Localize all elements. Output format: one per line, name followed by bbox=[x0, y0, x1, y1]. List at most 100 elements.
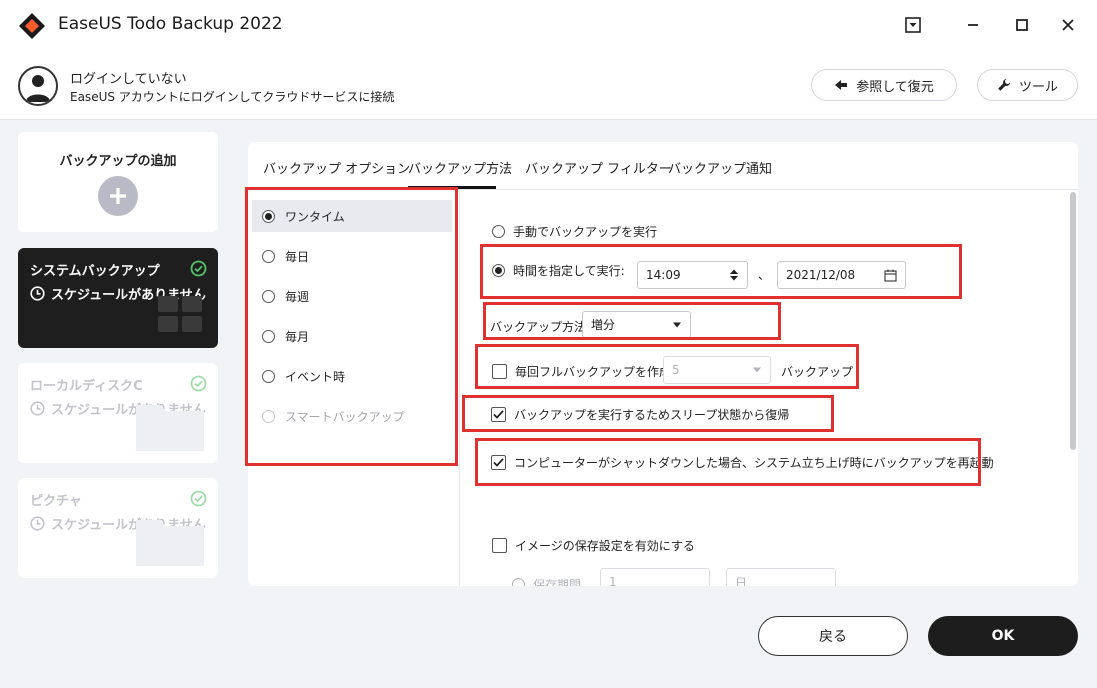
dropdown-box-icon bbox=[905, 17, 921, 33]
easeus-logo-icon bbox=[19, 13, 45, 39]
full-backup-count: 5 bbox=[672, 363, 680, 377]
schedule-type-smart-backup: スマートバックアップ bbox=[252, 400, 452, 432]
tab-backup-filter[interactable]: バックアップ フィルター bbox=[525, 158, 672, 177]
check-circle-icon bbox=[190, 375, 207, 392]
full-backup-label: 毎回フルバックアップを作成 bbox=[515, 365, 672, 379]
close-icon bbox=[1062, 19, 1074, 31]
schedule-type-weekly[interactable]: 毎週 bbox=[252, 280, 452, 312]
backup-method-label: バックアップ方法 bbox=[490, 320, 587, 334]
retention-period-value: 1 bbox=[609, 575, 617, 586]
back-button[interactable]: 戻る bbox=[758, 616, 908, 656]
checkbox[interactable] bbox=[492, 364, 507, 379]
radio-button bbox=[512, 578, 525, 586]
browse-restore-label: 参照して復元 bbox=[856, 79, 934, 95]
arrow-left-icon bbox=[835, 80, 848, 90]
timed-run-label: 時間を指定して実行: bbox=[513, 264, 625, 278]
schedule-type-label: 毎月 bbox=[285, 329, 310, 344]
login-status-title: ログインしていない bbox=[70, 72, 187, 87]
add-backup-label: バックアップの追加 bbox=[59, 154, 177, 169]
user-icon bbox=[26, 75, 50, 102]
tab-backup-notification[interactable]: バックアップ通知 bbox=[668, 158, 772, 177]
tools-label: ツール bbox=[1018, 79, 1058, 95]
avatar[interactable] bbox=[18, 66, 58, 106]
scrollbar[interactable] bbox=[1070, 192, 1076, 450]
task-card-system-backup[interactable]: システムバックアップ スケジュールがありません bbox=[18, 248, 218, 348]
app-title: EaseUS Todo Backup 2022 bbox=[58, 14, 283, 34]
checkbox[interactable] bbox=[492, 538, 507, 553]
retention-period-label: 保存期間 bbox=[533, 578, 582, 586]
schedule-type-event[interactable]: イベント時 bbox=[252, 360, 452, 392]
radio-button[interactable] bbox=[262, 369, 275, 383]
radio-button[interactable] bbox=[492, 264, 505, 277]
schedule-type-monthly[interactable]: 毎月 bbox=[252, 320, 452, 352]
retention-period-row: 保存期間 1 日 bbox=[462, 560, 1062, 586]
task-name: ローカルディスクC bbox=[30, 379, 143, 394]
full-backup-suffix: バックアップ bbox=[781, 365, 854, 379]
schedule-type-daily[interactable]: 毎日 bbox=[252, 240, 452, 272]
manual-run-option[interactable]: 手動でバックアップを実行 bbox=[492, 223, 657, 240]
restart-after-shutdown-option[interactable]: コンピューターがシャットダウンした場合、システム立ち上げ時にバックアップを再起動 bbox=[491, 454, 994, 471]
time-value: 14:09 bbox=[646, 268, 681, 282]
spinner-icon[interactable] bbox=[729, 268, 739, 282]
radio-button[interactable] bbox=[492, 225, 505, 238]
ok-button[interactable]: OK bbox=[928, 616, 1078, 656]
tools-button[interactable]: ツール bbox=[977, 69, 1078, 101]
restart-after-shutdown-label: コンピューターがシャットダウンした場合、システム立ち上げ時にバックアップを再起動 bbox=[514, 456, 994, 470]
date-separator: 、 bbox=[758, 268, 771, 282]
retention-unit-value: 日 bbox=[735, 575, 748, 587]
window-menu-button[interactable] bbox=[898, 10, 928, 40]
checkmark-icon bbox=[493, 410, 504, 419]
browse-restore-button[interactable]: 参照して復元 bbox=[811, 69, 957, 101]
task-name: ピクチャ bbox=[30, 494, 82, 509]
maximize-button[interactable] bbox=[1007, 10, 1037, 40]
wake-from-sleep-option[interactable]: バックアップを実行するためスリープ状態から復帰 bbox=[491, 406, 789, 423]
backup-method-value: 増分 bbox=[591, 318, 616, 332]
calendar-icon[interactable] bbox=[884, 269, 897, 282]
wrench-icon bbox=[998, 79, 1010, 91]
tab-backup-method[interactable]: バックアップ方法 bbox=[408, 158, 512, 177]
folder-watermark-icon bbox=[136, 520, 204, 566]
schedule-type-label: スマートバックアップ bbox=[285, 409, 405, 424]
minimize-icon bbox=[968, 24, 978, 26]
radio-button bbox=[262, 409, 275, 423]
schedule-type-one-time[interactable]: ワンタイム bbox=[252, 200, 452, 232]
full-backup-count-select: 5 bbox=[663, 356, 771, 384]
chevron-down-icon bbox=[673, 322, 681, 327]
checkbox[interactable] bbox=[491, 407, 506, 422]
radio-button[interactable] bbox=[262, 209, 275, 223]
schedule-type-label: ワンタイム bbox=[285, 209, 345, 224]
schedule-type-label: イベント時 bbox=[285, 369, 346, 384]
radio-button[interactable] bbox=[262, 329, 275, 343]
timed-run-option[interactable]: 時間を指定して実行: bbox=[492, 262, 625, 279]
clock-icon bbox=[30, 401, 45, 416]
date-field[interactable]: 2021/12/08 bbox=[777, 261, 906, 289]
checkbox[interactable] bbox=[491, 455, 506, 470]
plus-icon[interactable] bbox=[98, 176, 138, 216]
radio-button[interactable] bbox=[262, 289, 275, 303]
check-circle-icon bbox=[190, 490, 207, 507]
chevron-down-icon bbox=[753, 367, 761, 373]
minimize-button[interactable] bbox=[958, 10, 988, 40]
login-status-subtitle: EaseUS アカウントにログインしてクラウドサービスに接続 bbox=[70, 90, 395, 104]
windows-watermark-icon bbox=[158, 296, 202, 332]
clock-icon bbox=[30, 286, 45, 301]
wake-from-sleep-label: バックアップを実行するためスリープ状態から復帰 bbox=[514, 408, 790, 422]
add-backup-card[interactable]: バックアップの追加 bbox=[18, 132, 218, 232]
tab-backup-options[interactable]: バックアップ オプション bbox=[263, 158, 410, 177]
folder-watermark-icon bbox=[136, 405, 204, 451]
schedule-type-label: 毎週 bbox=[285, 289, 310, 304]
check-circle-icon bbox=[190, 260, 207, 277]
full-backup-option[interactable]: 毎回フルバックアップを作成 bbox=[492, 363, 671, 380]
schedule-type-label: 毎日 bbox=[285, 249, 310, 264]
backup-method-select[interactable]: 増分 bbox=[582, 311, 691, 338]
time-field[interactable]: 14:09 bbox=[637, 261, 748, 289]
task-card-local-disk[interactable]: ローカルディスクC スケジュールがありません bbox=[18, 363, 218, 463]
task-name: システムバックアップ bbox=[30, 264, 160, 279]
retention-option[interactable]: イメージの保存設定を有効にする bbox=[492, 537, 695, 554]
close-button[interactable] bbox=[1053, 10, 1083, 40]
task-card-pictures[interactable]: ピクチャ スケジュールがありません bbox=[18, 478, 218, 578]
retention-period-option: 保存期間 bbox=[512, 576, 581, 586]
retention-period-input: 1 bbox=[600, 568, 710, 586]
active-tab-indicator bbox=[408, 186, 496, 189]
radio-button[interactable] bbox=[262, 249, 275, 263]
